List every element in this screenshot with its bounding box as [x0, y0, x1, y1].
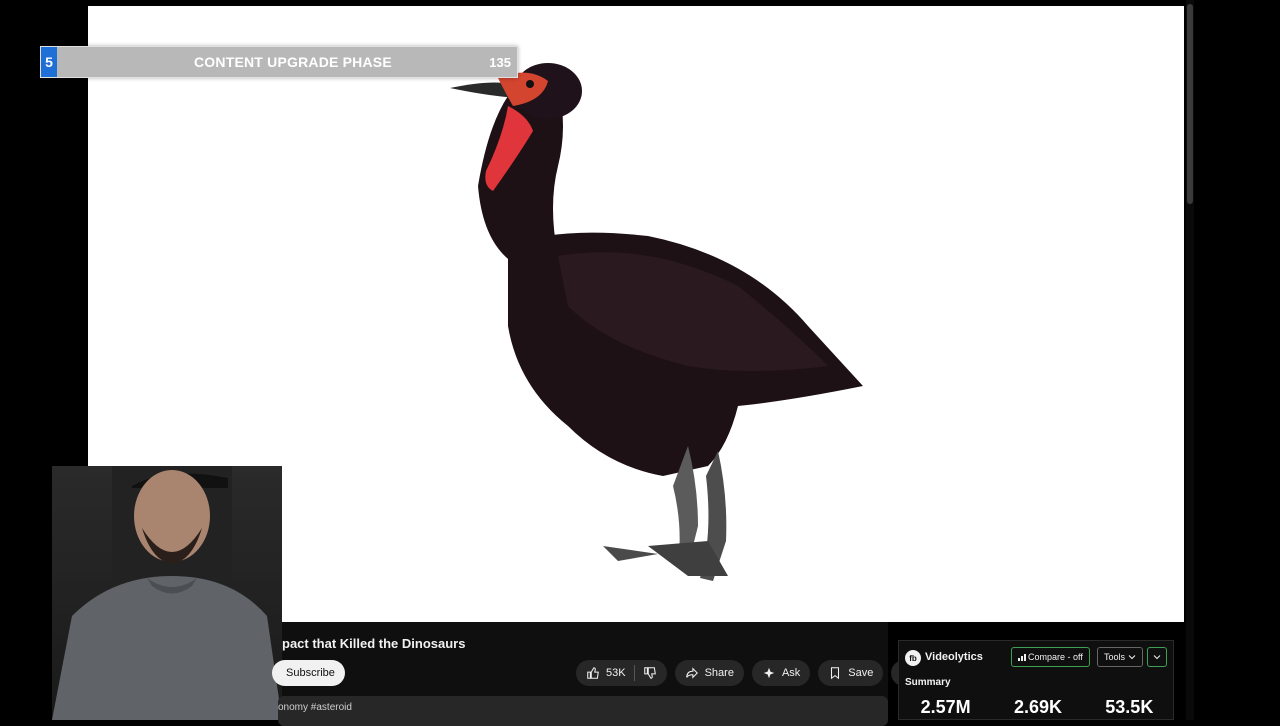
- phase-overlay: 5 CONTENT UPGRADE PHASE 135: [40, 46, 518, 78]
- phase-count: 135: [489, 54, 511, 70]
- tools-label: Tools: [1104, 652, 1126, 662]
- dislike-icon: [643, 667, 656, 679]
- description-snippet: onomy #asteroid: [278, 702, 352, 713]
- stat-likes: 53.5K: [1105, 697, 1154, 717]
- videolytics-logo: fb: [905, 650, 921, 666]
- summary-stats: 2.57M 2.69K 53.5K: [899, 697, 1175, 718]
- stat-views: 2.57M: [920, 697, 971, 717]
- scrollbar-thumb[interactable]: [1187, 4, 1193, 204]
- videolytics-name: Videolytics: [925, 651, 983, 663]
- compare-label: Compare - off: [1028, 652, 1083, 662]
- share-button[interactable]: Share: [674, 660, 744, 686]
- stat-comments: 2.69K: [1013, 697, 1062, 717]
- ask-label: Ask: [781, 667, 801, 679]
- summary-label: Summary: [905, 677, 951, 688]
- video-actions: 53K Share Ask Save: [576, 660, 918, 686]
- like-separator: [633, 665, 635, 681]
- phase-number: 5: [41, 47, 57, 77]
- share-label: Share: [704, 667, 734, 679]
- save-icon: [831, 667, 840, 680]
- subscribe-button[interactable]: Subscribe: [272, 660, 345, 686]
- webcam-feed: [52, 466, 282, 720]
- chevron-down-icon: [1153, 655, 1161, 660]
- tools-dropdown[interactable]: Tools: [1097, 647, 1144, 667]
- dislike-button[interactable]: [643, 666, 657, 680]
- like-count: 53K: [606, 667, 626, 679]
- save-button[interactable]: Save: [818, 660, 884, 686]
- bar-chart-icon: [1018, 654, 1026, 661]
- chevron-down-icon: [1128, 655, 1136, 660]
- streamer-silhouette: [52, 466, 282, 720]
- page-scrollbar[interactable]: [1186, 0, 1194, 720]
- collapse-button[interactable]: [1147, 647, 1167, 667]
- compare-toggle[interactable]: Compare - off: [1011, 647, 1090, 667]
- phase-title: CONTENT UPGRADE PHASE: [194, 54, 392, 70]
- like-dislike-group: 53K: [576, 660, 667, 686]
- save-label: Save: [848, 667, 874, 679]
- like-icon: [587, 667, 599, 679]
- video-info: pact that Killed the Dinosaurs Subscribe…: [272, 622, 918, 726]
- video-title: pact that Killed the Dinosaurs: [282, 636, 466, 651]
- ask-button[interactable]: Ask: [751, 660, 811, 686]
- videolytics-panel: fb Videolytics Compare - off Tools Summa…: [898, 640, 1174, 720]
- like-button[interactable]: 53K: [586, 666, 626, 680]
- description-box[interactable]: onomy #asteroid: [278, 696, 888, 726]
- ask-icon: [763, 667, 775, 679]
- share-icon: [685, 667, 698, 679]
